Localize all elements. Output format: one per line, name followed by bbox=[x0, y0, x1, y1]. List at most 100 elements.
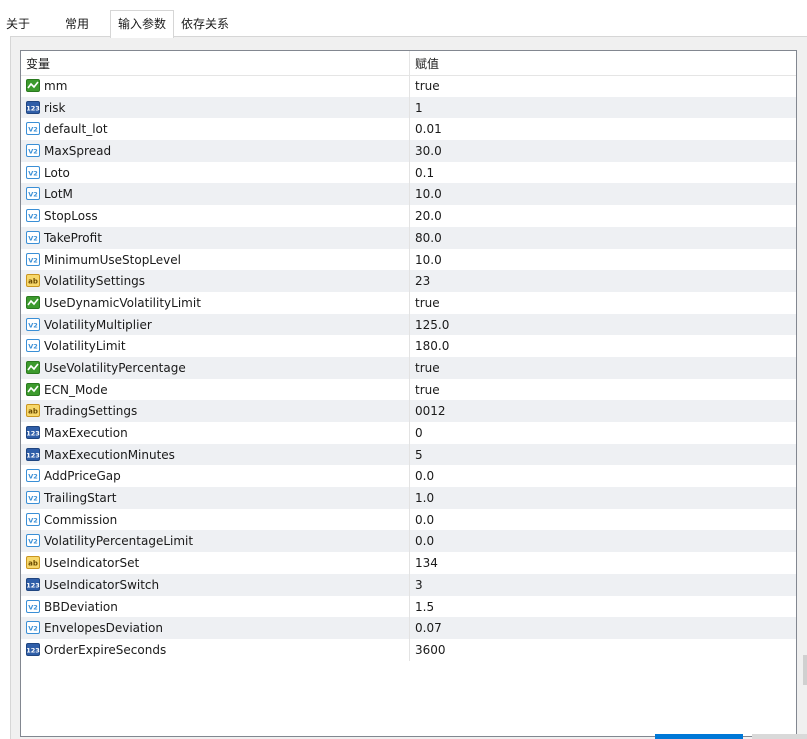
value-cell[interactable]: 23 bbox=[415, 270, 785, 292]
value-cell[interactable]: 125.0 bbox=[415, 314, 785, 336]
value-cell[interactable]: 0012 bbox=[415, 400, 785, 422]
value-cell[interactable]: 134 bbox=[415, 552, 785, 574]
bool-type-icon bbox=[26, 295, 40, 309]
table-row[interactable]: UseVolatilityPercentage true bbox=[21, 356, 796, 379]
value-cell[interactable]: 0.0 bbox=[415, 509, 785, 531]
variable-cell: V2 LotM bbox=[26, 183, 406, 205]
variable-name: MaxExecution bbox=[44, 426, 128, 440]
svg-text:V2: V2 bbox=[28, 343, 38, 351]
value-cell[interactable]: 180.0 bbox=[415, 335, 785, 357]
variable-name: risk bbox=[44, 100, 66, 115]
value-cell[interactable]: 0.07 bbox=[415, 617, 785, 639]
value-cell[interactable]: 0.0 bbox=[415, 465, 785, 487]
value-cell[interactable]: 1.5 bbox=[415, 596, 785, 618]
value-cell[interactable]: 0.0 bbox=[415, 530, 785, 552]
double-type-icon: V2 bbox=[26, 512, 40, 526]
table-row[interactable]: V2 StopLoss 20.0 bbox=[21, 205, 796, 227]
column-divider bbox=[409, 248, 410, 271]
column-header-variable[interactable]: 变量 bbox=[21, 51, 410, 75]
svg-text:ab: ab bbox=[28, 408, 38, 416]
table-row[interactable]: V2 MaxSpread 30.0 bbox=[21, 140, 796, 162]
value-cell[interactable]: 3 bbox=[415, 574, 785, 596]
table-row[interactable]: V2 VolatilityPercentageLimit 0.0 bbox=[21, 530, 796, 553]
table-row[interactable]: ab TradingSettings 0012 bbox=[21, 400, 796, 422]
variable-name: LotM bbox=[44, 187, 73, 202]
variable-cell: V2 TrailingStart bbox=[26, 487, 406, 509]
tab-input-parameters[interactable]: 输入参数 bbox=[110, 10, 174, 38]
table-row[interactable]: mm true bbox=[21, 75, 796, 97]
svg-text:V2: V2 bbox=[28, 495, 38, 503]
variable-cell: V2 TakeProfit bbox=[26, 227, 406, 249]
table-row[interactable]: V2 EnvelopesDeviation 0.07 bbox=[21, 617, 796, 639]
svg-text:123: 123 bbox=[26, 430, 40, 438]
table-row[interactable]: ECN_Mode true bbox=[21, 378, 796, 401]
value-cell[interactable]: 1.0 bbox=[415, 487, 785, 509]
table-row[interactable]: V2 BBDeviation 1.5 bbox=[21, 595, 796, 618]
variable-name: TakeProfit bbox=[44, 230, 102, 245]
value-cell[interactable]: true bbox=[415, 292, 785, 314]
table-body: mm true 123 risk 1 V2 default_lot 0.01 V2 MaxSpre… bbox=[21, 75, 796, 661]
variable-cell: ab TradingSettings bbox=[26, 400, 406, 422]
value-cell[interactable]: 5 bbox=[415, 444, 785, 466]
table-row[interactable]: 123 MaxExecutionMinutes 5 bbox=[21, 443, 796, 466]
table-row[interactable]: ab UseIndicatorSet 134 bbox=[21, 552, 796, 574]
value-cell[interactable]: true bbox=[415, 75, 785, 97]
table-row[interactable]: ab VolatilitySettings 23 bbox=[21, 270, 796, 292]
variable-cell: 123 MaxExecution bbox=[26, 422, 406, 444]
table-row[interactable]: V2 VolatilityMultiplier 125.0 bbox=[21, 313, 796, 336]
table-row[interactable]: 123 MaxExecution 0 bbox=[21, 422, 796, 444]
table-row[interactable]: 123 UseIndicatorSwitch 3 bbox=[21, 573, 796, 596]
variable-cell: ab UseIndicatorSet bbox=[26, 552, 406, 574]
svg-text:V2: V2 bbox=[28, 256, 38, 264]
table-row[interactable]: V2 Commission 0.0 bbox=[21, 508, 796, 531]
value-cell[interactable]: true bbox=[415, 357, 785, 379]
variable-name: Loto bbox=[44, 165, 70, 180]
value-cell[interactable]: 0.1 bbox=[415, 162, 785, 184]
tab-common[interactable]: 常用 bbox=[58, 14, 96, 34]
value-cell[interactable]: 10.0 bbox=[415, 249, 785, 271]
column-divider bbox=[409, 530, 410, 553]
column-divider bbox=[409, 487, 410, 509]
double-type-icon: V2 bbox=[26, 491, 40, 505]
value-cell[interactable]: 20.0 bbox=[415, 205, 785, 227]
tab-about[interactable]: 关于 bbox=[2, 14, 34, 34]
variable-cell: ECN_Mode bbox=[26, 379, 406, 401]
table-row[interactable]: V2 Loto 0.1 bbox=[21, 161, 796, 184]
column-divider bbox=[409, 573, 410, 596]
parameters-table[interactable]: 变量 赋值 mm true 123 risk 1 V2 default_lot 0.01 V2 M… bbox=[20, 50, 797, 737]
string-type-icon: ab bbox=[26, 404, 40, 418]
svg-text:123: 123 bbox=[26, 104, 40, 112]
svg-text:V2: V2 bbox=[28, 148, 38, 156]
variable-name: MaxSpread bbox=[44, 144, 112, 159]
column-divider bbox=[409, 552, 410, 574]
table-row[interactable]: V2 default_lot 0.01 bbox=[21, 118, 796, 141]
table-row[interactable]: V2 LotM 10.0 bbox=[21, 183, 796, 206]
integer-type-icon: 123 bbox=[26, 426, 40, 439]
variable-name: UseVolatilityPercentage bbox=[44, 360, 186, 375]
column-header-value[interactable]: 赋值 bbox=[410, 51, 795, 75]
value-cell[interactable]: 10.0 bbox=[415, 183, 785, 205]
column-divider bbox=[409, 378, 410, 401]
value-cell[interactable]: 1 bbox=[415, 97, 785, 119]
table-row[interactable]: V2 MinimumUseStopLevel 10.0 bbox=[21, 248, 796, 271]
ok-button-edge[interactable] bbox=[655, 734, 743, 739]
table-row[interactable]: 123 risk 1 bbox=[21, 96, 796, 119]
value-cell[interactable]: true bbox=[415, 379, 785, 401]
table-row[interactable]: V2 TakeProfit 80.0 bbox=[21, 226, 796, 249]
tab-dependencies[interactable]: 依存关系 bbox=[176, 14, 234, 34]
table-row[interactable]: UseDynamicVolatilityLimit true bbox=[21, 291, 796, 314]
cancel-button-edge[interactable] bbox=[752, 734, 807, 739]
value-cell[interactable]: 0 bbox=[415, 422, 785, 444]
table-row[interactable]: V2 TrailingStart 1.0 bbox=[21, 487, 796, 509]
table-row[interactable]: 123 OrderExpireSeconds 3600 bbox=[21, 638, 796, 661]
bool-type-icon bbox=[26, 79, 40, 92]
variable-cell: ab VolatilitySettings bbox=[26, 270, 406, 292]
value-cell[interactable]: 3600 bbox=[415, 639, 785, 661]
table-row[interactable]: V2 AddPriceGap 0.0 bbox=[21, 465, 796, 488]
string-type-icon: ab bbox=[26, 556, 40, 570]
svg-text:123: 123 bbox=[26, 646, 40, 654]
value-cell[interactable]: 80.0 bbox=[415, 227, 785, 249]
value-cell[interactable]: 30.0 bbox=[415, 140, 785, 162]
value-cell[interactable]: 0.01 bbox=[415, 118, 785, 140]
table-row[interactable]: V2 VolatilityLimit 180.0 bbox=[21, 335, 796, 357]
